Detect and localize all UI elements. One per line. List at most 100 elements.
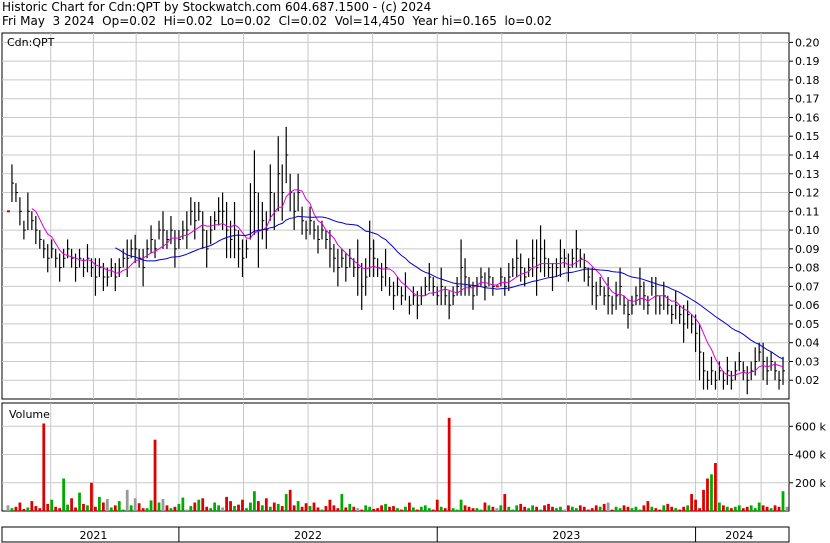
volume-bar bbox=[304, 503, 308, 511]
volume-bar bbox=[348, 503, 352, 511]
price-tick-label: 0.18 bbox=[795, 74, 820, 87]
volume-bar bbox=[193, 502, 197, 511]
price-tick-label: 0.06 bbox=[795, 299, 820, 312]
volume-bar bbox=[288, 489, 292, 511]
volume-bar bbox=[225, 496, 228, 511]
volume-bar bbox=[559, 506, 562, 511]
panel-border bbox=[1, 32, 790, 400]
volume-bar bbox=[419, 506, 423, 511]
volume-bar bbox=[113, 505, 117, 511]
volume-bar bbox=[614, 506, 618, 511]
volume-bar bbox=[260, 505, 264, 511]
volume-bar bbox=[694, 499, 697, 511]
volume-bar bbox=[674, 508, 678, 511]
volume-bar bbox=[733, 506, 737, 511]
volume-bar bbox=[543, 505, 546, 511]
volume-bar bbox=[404, 506, 407, 511]
moving-average-long bbox=[115, 215, 784, 360]
volume-bar bbox=[62, 478, 66, 511]
volume-bar bbox=[165, 505, 169, 511]
year-label: 2024 bbox=[725, 529, 753, 542]
volume-bar bbox=[737, 505, 741, 511]
volume-bar bbox=[181, 497, 185, 511]
volume-bar bbox=[42, 423, 46, 511]
volume-bar bbox=[777, 506, 781, 511]
price-tick-label: 0.13 bbox=[795, 168, 820, 181]
volume-bar bbox=[336, 508, 340, 511]
volume-bar bbox=[563, 509, 566, 511]
volume-bar bbox=[523, 506, 527, 511]
volume-bar bbox=[606, 502, 610, 511]
volume-bar bbox=[626, 506, 630, 511]
volume-bar bbox=[129, 505, 133, 511]
volume-bar bbox=[264, 498, 268, 511]
volume-bar bbox=[400, 509, 403, 511]
volume-bar bbox=[551, 506, 554, 511]
header-quote: Fri May 3 2024 Op=0.02 Hi=0.02 Lo=0.02 C… bbox=[2, 14, 552, 28]
volume-bar bbox=[690, 494, 693, 511]
volume-bar bbox=[6, 505, 10, 511]
volume-bar bbox=[507, 506, 511, 511]
volume-bar bbox=[531, 505, 535, 511]
volume-bar bbox=[54, 506, 58, 511]
price-axis: 0.20 0.19 0.18 0.17 0.16 0.15 0.14 0.13 0.12 0.11… bbox=[789, 36, 820, 387]
volume-bar bbox=[312, 502, 316, 511]
volume-bar bbox=[761, 505, 765, 511]
volume-bar bbox=[141, 508, 145, 511]
volume-bar bbox=[197, 499, 201, 511]
volume-bar bbox=[94, 506, 97, 511]
volume-bar bbox=[90, 482, 93, 511]
volume-bar bbox=[423, 505, 427, 511]
volume-bar bbox=[392, 506, 395, 511]
volume-bar bbox=[483, 502, 487, 511]
volume-bar bbox=[765, 506, 769, 511]
volume-bar bbox=[610, 509, 614, 511]
volume-bar bbox=[82, 503, 85, 511]
volume-bar bbox=[503, 494, 507, 511]
volume-bar bbox=[566, 505, 570, 511]
volume-bar bbox=[364, 505, 368, 511]
volume-bar bbox=[598, 506, 602, 511]
volume-bar bbox=[121, 509, 125, 511]
price-bars bbox=[6, 126, 786, 395]
volume-bar bbox=[380, 505, 383, 511]
volume-bar bbox=[173, 506, 177, 511]
year-label: 2023 bbox=[552, 529, 580, 542]
volume-bar bbox=[324, 506, 328, 511]
volume-bar bbox=[372, 508, 376, 511]
volume-bar bbox=[38, 508, 42, 511]
volume-bar bbox=[368, 506, 372, 511]
volume-bar bbox=[515, 505, 519, 511]
volume-bar bbox=[682, 506, 686, 511]
price-tick-label: 0.07 bbox=[795, 280, 820, 293]
volume-bar bbox=[578, 505, 582, 511]
volume-bar bbox=[590, 508, 594, 511]
volume-bar bbox=[46, 503, 50, 511]
volume-bar bbox=[332, 505, 336, 511]
volume-bar bbox=[292, 505, 296, 511]
volume-bar bbox=[161, 499, 165, 511]
volume-bar bbox=[268, 506, 272, 511]
volume-bar bbox=[678, 509, 682, 511]
panel-border bbox=[1, 526, 790, 543]
volume-bar bbox=[773, 505, 777, 511]
volume-bar bbox=[340, 494, 344, 511]
volume-bar bbox=[201, 498, 205, 511]
chart-frame bbox=[1, 32, 790, 543]
volume-bar bbox=[34, 506, 38, 511]
price-tick-label: 0.19 bbox=[795, 55, 820, 68]
volume-panel-label: Volume bbox=[9, 408, 50, 421]
volume-bar bbox=[74, 507, 77, 511]
volume-bar bbox=[98, 496, 101, 511]
volume-bar bbox=[725, 506, 729, 511]
volume-bar bbox=[237, 504, 240, 511]
year-label: 2022 bbox=[294, 529, 322, 542]
volume-bar bbox=[447, 417, 451, 511]
volume-bar bbox=[443, 508, 447, 511]
price-tick-label: 0.12 bbox=[795, 187, 820, 200]
volume-bar bbox=[769, 508, 773, 511]
volume-bar bbox=[594, 505, 598, 511]
volume-bar bbox=[344, 507, 348, 511]
volume-bar bbox=[475, 508, 479, 511]
header-title: Historic Chart for Cdn:QPT by Stockwatch… bbox=[2, 0, 432, 14]
